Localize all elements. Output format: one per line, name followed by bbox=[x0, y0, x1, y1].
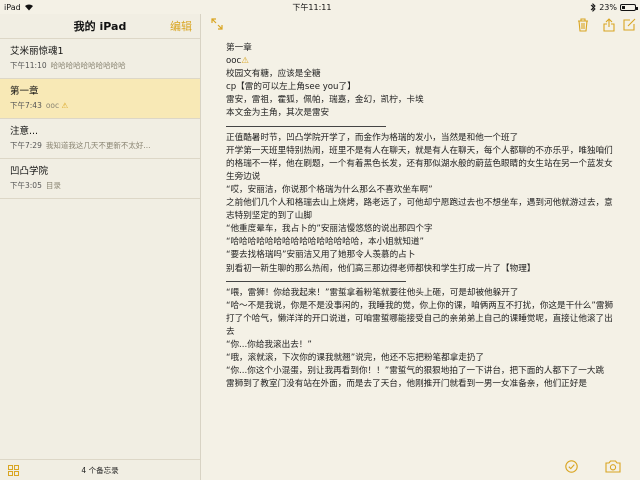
note-line: 雷安，雷祖，霍狐，佩帕，瑞嘉，金幻，凯柠，卡埃 bbox=[226, 95, 424, 106]
text-divider bbox=[226, 280, 406, 282]
note-title: 第一章 bbox=[10, 86, 39, 97]
status-time: 下午11:11 bbox=[292, 2, 332, 12]
camera-icon[interactable] bbox=[605, 460, 621, 473]
note-meta: 下午7:29 我知道我这几天不更新不太好... bbox=[10, 140, 190, 151]
note-preview: 哈哈哈哈哈哈哈哈哈哈 bbox=[50, 61, 126, 70]
note-line: cp【雷的可以左上角see you了】 bbox=[226, 82, 356, 93]
note-list-item[interactable]: 凹凸学院 下午3:05 目录 bbox=[0, 159, 200, 199]
note-meta: 下午7:43 ooc ⚠ bbox=[10, 100, 190, 111]
note-preview: 我知道我这几天不更新不太好... bbox=[45, 141, 151, 150]
note-line: “要去找格瑞吗”安丽洁又用了她那令人羡慕的占卜 bbox=[226, 250, 416, 261]
note-time: 下午7:29 bbox=[10, 141, 42, 150]
note-line: 之前他们几个人和格瑞去山上烧烤，路老远了，可他却宁愿跑过去也不想坐车，遇到河他就… bbox=[226, 198, 613, 222]
note-meta: 下午11:10 哈哈哈哈哈哈哈哈哈哈 bbox=[10, 60, 190, 71]
note-line: “他重度晕车，我占卜的”安丽洁慢悠悠的说出那四个字 bbox=[226, 224, 433, 235]
sidebar-header: 我的 iPad 编辑 bbox=[0, 14, 200, 39]
warning-icon: ⚠ bbox=[61, 101, 69, 110]
note-line: 别看初一新生聊的那么热闹，他们高三那边得老师都快和学生打成一片了【物理】 bbox=[226, 263, 536, 274]
notes-list: 艾米丽惊魂1 下午11:10 哈哈哈哈哈哈哈哈哈哈 第一章 下午7:43 ooc ⚠… bbox=[0, 39, 200, 199]
note-line: ooc⚠ bbox=[226, 55, 618, 68]
note-title: 注意... bbox=[10, 126, 39, 137]
text-divider bbox=[226, 125, 386, 127]
warning-icon: ⚠ bbox=[241, 56, 249, 67]
note-line: 正值酷暑时节，凹凸学院开学了，而金作为格瑞的发小，当然是和他一个班了 bbox=[226, 132, 519, 143]
expand-arrows-icon[interactable] bbox=[211, 18, 223, 30]
note-text: ooc bbox=[226, 56, 242, 67]
note-line: 本文金为主角，其次是雷安 bbox=[226, 108, 330, 119]
note-list-item[interactable]: 注意... 下午7:29 我知道我这几天不更新不太好... bbox=[0, 119, 200, 159]
share-icon[interactable] bbox=[603, 18, 615, 32]
note-line: 雷狮到了教室门没有站在外面，而是去了天台，他刚推开门就看到一男一女准备亲，他们正… bbox=[226, 379, 587, 390]
note-line: “你...你这个小混蛋，别让我再看到你！！”雷蜇气的狠狠地拍了一下讲台，把下面的… bbox=[226, 366, 605, 377]
battery-percent: 23% bbox=[599, 2, 617, 12]
bluetooth-icon bbox=[590, 2, 596, 12]
note-preview: ooc bbox=[45, 101, 60, 110]
note-line: 校园文有糖，应该是全糖 bbox=[226, 69, 321, 80]
note-meta: 下午3:05 目录 bbox=[10, 180, 190, 191]
wifi-icon bbox=[24, 4, 33, 11]
status-bar: iPad 下午11:11 23% bbox=[0, 0, 640, 14]
editor-toolbar bbox=[201, 14, 640, 38]
note-line: “你...你给我滚出去！” bbox=[226, 339, 312, 350]
status-right: 23% bbox=[590, 2, 638, 12]
device-name: iPad bbox=[4, 2, 21, 12]
note-line: “哈哈哈哈哈哈哈哈哈哈哈哈哈哈哈，本小姐就知道” bbox=[226, 237, 424, 248]
sidebar-footer: 4 个备忘录 bbox=[0, 459, 200, 480]
edit-button[interactable]: 编辑 bbox=[170, 18, 192, 34]
notes-count: 4 个备忘录 bbox=[81, 465, 119, 475]
attachments-grid-icon[interactable] bbox=[8, 465, 19, 476]
status-left: iPad bbox=[4, 3, 34, 12]
note-line: “哦，滚就滚，下次你的课我就翘”说完，他还不忘把粉笔都拿走扔了 bbox=[226, 353, 485, 364]
note-title: 艾米丽惊魂1 bbox=[10, 46, 64, 57]
note-title: 凹凸学院 bbox=[10, 166, 49, 177]
battery-fill bbox=[621, 5, 625, 9]
note-preview: 目录 bbox=[45, 181, 61, 190]
trash-icon[interactable] bbox=[577, 18, 589, 32]
note-line: “喂，雷狮！你给我起来！”雷蜇拿着粉笔就要往他头上砸，可是却被他躲开了 bbox=[226, 287, 519, 298]
note-time: 下午11:10 bbox=[10, 61, 47, 70]
note-list-item[interactable]: 艾米丽惊魂1 下午11:10 哈哈哈哈哈哈哈哈哈哈 bbox=[0, 39, 200, 79]
note-list-item-selected[interactable]: 第一章 下午7:43 ooc ⚠ bbox=[0, 79, 200, 119]
notes-sidebar: 我的 iPad 编辑 艾米丽惊魂1 下午11:10 哈哈哈哈哈哈哈哈哈哈 第一章 … bbox=[0, 14, 201, 480]
note-line: “哈～不是我说，你是不是没事闲的，我睡我的觉，你上你的课，咱俩两互不打扰，你这是… bbox=[226, 300, 614, 337]
checklist-icon[interactable] bbox=[565, 460, 578, 473]
compose-icon[interactable] bbox=[623, 18, 636, 31]
note-line: “哎，安丽洁，你说那个格瑞为什么那么不喜欢坐车啊” bbox=[226, 184, 433, 195]
note-editor[interactable]: 第一章 ooc⚠ 校园文有糖，应该是全糖 cp【雷的可以左上角see you了】… bbox=[226, 42, 618, 450]
editor-footer bbox=[201, 456, 640, 480]
note-line: 第一章 bbox=[226, 43, 252, 53]
note-time: 下午7:43 bbox=[10, 101, 42, 110]
note-line: 开学第一天班里特别热闹，班里不是有人在聊天，就是有人在聊天，每个人都聊的不亦乐乎… bbox=[226, 145, 613, 182]
note-time: 下午3:05 bbox=[10, 181, 42, 190]
battery-icon bbox=[619, 3, 638, 11]
